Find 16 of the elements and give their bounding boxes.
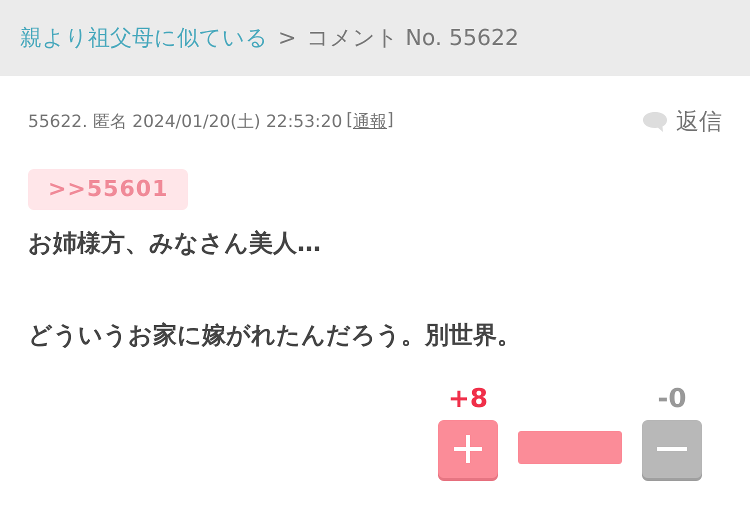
speech-bubble-icon xyxy=(642,110,668,132)
minus-button[interactable] xyxy=(642,420,702,478)
breadcrumb-separator: > xyxy=(278,26,296,50)
minus-count: -0 xyxy=(658,384,686,414)
comment-text: お姉様方、みなさん美人… どういうお家に嫁がれたんだろう。別世界。 xyxy=(28,228,522,351)
plus-count: +8 xyxy=(448,384,488,414)
bracket: [ xyxy=(346,110,353,132)
minus-icon xyxy=(657,445,687,453)
bracket: ] xyxy=(386,110,394,132)
plus-icon xyxy=(452,433,484,465)
comment-meta: 55622. 匿名 2024/01/20(土) 22:53:20 xyxy=(28,111,342,133)
breadcrumb-current: コメント No. 55622 xyxy=(306,25,519,53)
reply-button[interactable]: 返信 xyxy=(642,106,722,137)
report-link[interactable]: 通報 xyxy=(352,110,387,133)
plus-button[interactable] xyxy=(438,420,498,478)
topic-link[interactable]: 親より祖父母に似ている xyxy=(20,23,268,53)
